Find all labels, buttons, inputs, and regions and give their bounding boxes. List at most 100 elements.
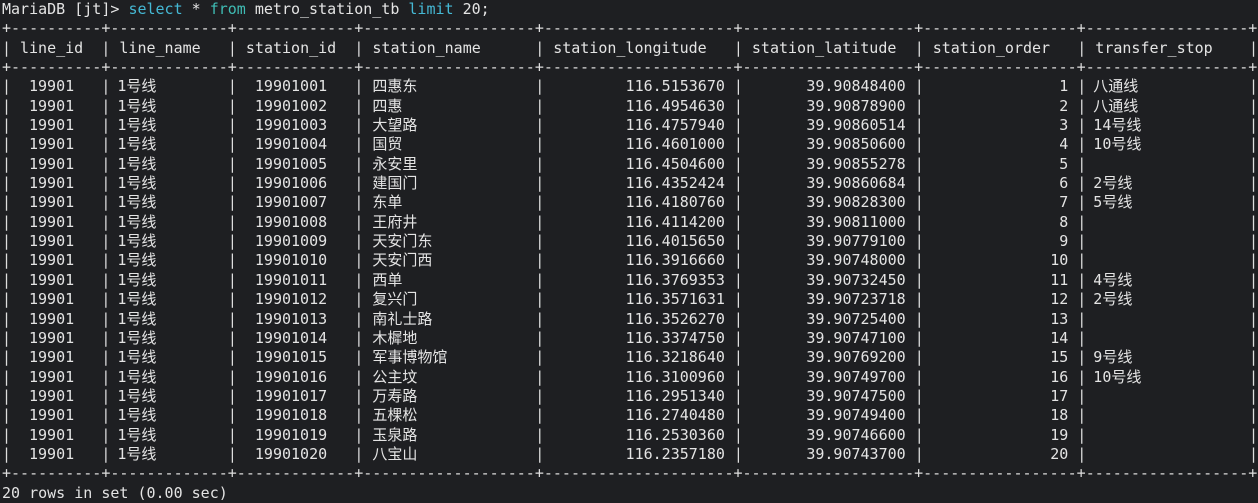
table-row: |||||||||199011号线19901006建国门116.43524243…: [2, 174, 1258, 193]
table-pipe: |: [1249, 387, 1258, 406]
status-line: 20 rows in set (0.00 sec): [2, 484, 1258, 503]
table-cell: 9: [924, 232, 1069, 251]
table-pipe: |: [535, 116, 544, 135]
table-header-row: |||||||||line_idline_namestation_idstati…: [2, 39, 1258, 58]
table-cell: 39.90725400: [743, 310, 906, 329]
table-cell: 16: [924, 368, 1069, 387]
column-header: station_id: [246, 39, 336, 58]
table-pipe: |: [228, 39, 237, 58]
table-pipe: |: [915, 348, 924, 367]
table-pipe: |: [2, 426, 11, 445]
table-pipe: |: [734, 290, 743, 309]
table-pipe: |: [915, 271, 924, 290]
table-pipe: |: [734, 368, 743, 387]
table-cell: 1号线: [117, 97, 156, 116]
table-pipe: |: [101, 97, 110, 116]
table-row: |||||||||199011号线19901007东单116.418076039…: [2, 193, 1258, 212]
table-pipe: |: [915, 368, 924, 387]
table-pipe: |: [915, 426, 924, 445]
table-pipe: |: [1077, 348, 1086, 367]
table-pipe: |: [535, 310, 544, 329]
table-cell: 国贸: [372, 135, 402, 154]
table-pipe: |: [1249, 290, 1258, 309]
table-cell: 西单: [372, 271, 402, 290]
table-row: |||||||||199011号线19901008王府井116.41142003…: [2, 213, 1258, 232]
table-cell: 1号线: [117, 368, 156, 387]
table-cell: 19901: [29, 116, 74, 135]
table-pipe: |: [354, 155, 363, 174]
table-pipe: |: [101, 290, 110, 309]
terminal-window[interactable]: MariaDB [jt]> select * from metro_statio…: [0, 0, 1258, 503]
table-cell: 2号线: [1093, 174, 1132, 193]
table-cell: 116.3374750: [544, 329, 725, 348]
table-pipe: |: [915, 135, 924, 154]
table-pipe: |: [228, 329, 237, 348]
table-cell: 天安门东: [372, 232, 432, 251]
table-cell: 116.3100960: [544, 368, 725, 387]
table-row: |||||||||199011号线19901005永安里116.45046003…: [2, 155, 1258, 174]
table-cell: 10号线: [1093, 135, 1141, 154]
table-cell: 39.90828300: [743, 193, 906, 212]
table-pipe: |: [734, 213, 743, 232]
table-pipe: |: [535, 348, 544, 367]
table-cell: 1号线: [117, 232, 156, 251]
table-pipe: |: [1249, 348, 1258, 367]
table-pipe: |: [535, 174, 544, 193]
table-pipe: |: [535, 213, 544, 232]
table-cell: 39.90749400: [743, 406, 906, 425]
table-pipe: |: [915, 251, 924, 270]
table-row: |||||||||199011号线19901016公主坟116.31009603…: [2, 368, 1258, 387]
table-pipe: |: [354, 116, 363, 135]
table-cell: 四惠: [372, 97, 402, 116]
table-cell: 39.90749700: [743, 368, 906, 387]
table-cell: 19901005: [255, 155, 327, 174]
table-cell: 14: [924, 329, 1069, 348]
table-pipe: |: [228, 310, 237, 329]
table-cell: 1号线: [117, 135, 156, 154]
table-pipe: |: [734, 193, 743, 212]
table-pipe: |: [2, 97, 11, 116]
table-cell: 19901001: [255, 77, 327, 96]
table-pipe: |: [354, 213, 363, 232]
table-pipe: |: [734, 174, 743, 193]
table-pipe: |: [535, 232, 544, 251]
table-pipe: |: [535, 251, 544, 270]
table-pipe: |: [915, 77, 924, 96]
table-cell: 1号线: [117, 193, 156, 212]
table-cell: 9号线: [1093, 348, 1132, 367]
table-cell: 39.90855278: [743, 155, 906, 174]
table-pipe: |: [2, 406, 11, 425]
table-pipe: |: [1077, 368, 1086, 387]
table-pipe: |: [228, 290, 237, 309]
table-cell: 39.90746600: [743, 426, 906, 445]
table-cell: 八通线: [1093, 77, 1138, 96]
table-cell: 1号线: [117, 445, 156, 464]
table-pipe: |: [1249, 193, 1258, 212]
table-pipe: |: [228, 271, 237, 290]
column-header: station_latitude: [752, 39, 897, 58]
table-row: |||||||||199011号线19901019玉泉路116.25303603…: [2, 426, 1258, 445]
table-pipe: |: [915, 193, 924, 212]
table-pipe: |: [101, 348, 110, 367]
table-cell: 1号线: [117, 213, 156, 232]
table-cell: 五棵松: [372, 406, 417, 425]
table-pipe: |: [228, 368, 237, 387]
table-pipe: |: [734, 348, 743, 367]
table-pipe: |: [228, 387, 237, 406]
table-cell: 东单: [372, 193, 402, 212]
table-cell: 19901020: [255, 445, 327, 464]
table-cell: 1号线: [117, 348, 156, 367]
table-row: |||||||||199011号线19901004国贸116.460100039…: [2, 135, 1258, 154]
table-pipe: |: [734, 155, 743, 174]
table-row: |||||||||199011号线19901009天安门东116.4015650…: [2, 232, 1258, 251]
table-pipe: |: [535, 77, 544, 96]
table-cell: 116.3526270: [544, 310, 725, 329]
table-row: |||||||||199011号线19901020八宝山116.23571803…: [2, 445, 1258, 464]
table-cell: 天安门西: [372, 251, 432, 270]
table-cell: 19901012: [255, 290, 327, 309]
table-cell: 39.90743700: [743, 445, 906, 464]
query-result-table: +----------+-------------+-------------+…: [2, 19, 1258, 483]
table-cell: 12: [924, 290, 1069, 309]
table-pipe: |: [354, 193, 363, 212]
table-pipe: |: [354, 135, 363, 154]
